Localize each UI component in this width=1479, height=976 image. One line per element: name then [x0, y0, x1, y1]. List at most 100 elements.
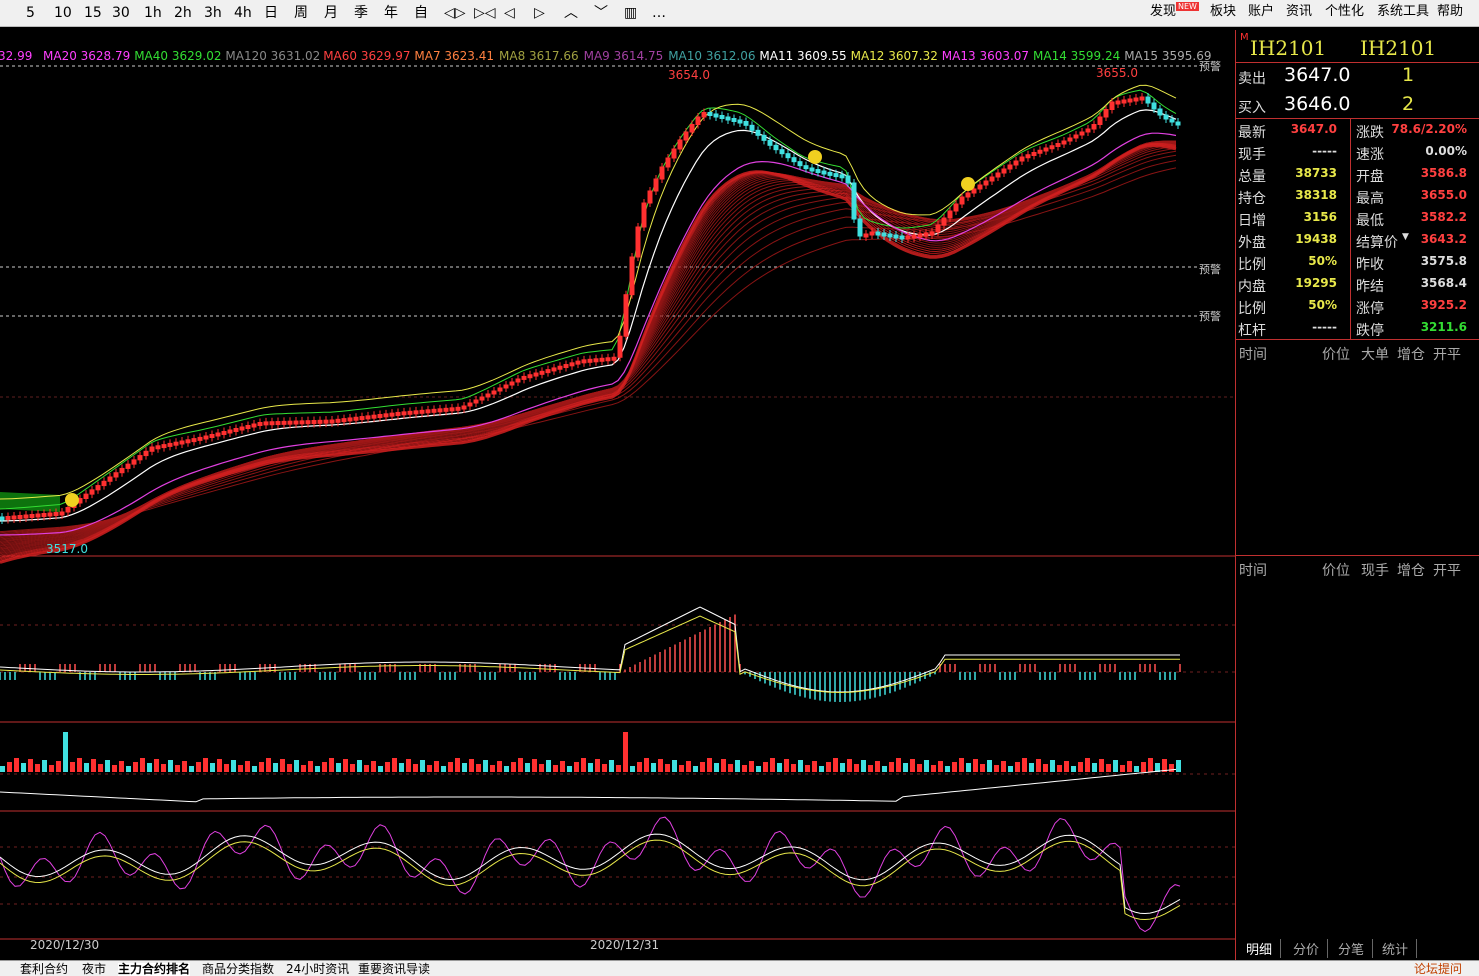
candle	[473, 399, 479, 404]
quote-label: 内盘	[1238, 279, 1266, 295]
volume-bar	[616, 765, 621, 772]
period-button-6[interactable]: 3h	[204, 3, 222, 23]
period-button-5[interactable]: 2h	[174, 3, 192, 23]
candle	[641, 202, 647, 228]
quote-value: 19438	[1295, 232, 1337, 246]
period-button-7[interactable]: 4h	[234, 3, 252, 23]
volume-bar	[812, 761, 817, 772]
candle	[191, 438, 197, 443]
status-tab-5[interactable]: 重要资讯导读	[358, 963, 430, 976]
volume-bar	[798, 760, 803, 772]
quote-label: 跌停	[1356, 323, 1384, 339]
status-tab-1[interactable]: 夜市	[82, 963, 106, 976]
layout-icon[interactable]: ▥	[624, 3, 637, 23]
volume-bar	[1001, 761, 1006, 772]
period-button-2[interactable]: 15	[84, 3, 102, 23]
more-icon[interactable]: …	[652, 3, 666, 23]
smiley-icon	[65, 493, 79, 507]
volume-bar	[938, 761, 943, 772]
menu-item-5[interactable]: 系统工具	[1377, 2, 1429, 22]
candle	[671, 148, 677, 159]
volume-bar	[721, 759, 726, 772]
bid-volume: 2	[1402, 93, 1415, 115]
period-button-13[interactable]: 自	[414, 3, 428, 23]
volume-bar	[889, 762, 894, 772]
scroll-left-icon[interactable]: ◁	[504, 3, 515, 23]
candle	[221, 431, 227, 435]
menu-item-3[interactable]: 资讯	[1286, 2, 1312, 22]
quote-value: 3647.0	[1290, 122, 1337, 136]
volume-bar	[308, 761, 313, 772]
status-bar: 套利合约 夜市 主力合约排名 商品分类指数 24小时资讯 重要资讯导读 论坛提问	[0, 960, 1479, 976]
period-button-9[interactable]: 周	[294, 3, 308, 23]
ma-fan-line	[0, 140, 1177, 545]
volume-bar	[763, 762, 768, 772]
menu-item-4[interactable]: 个性化	[1325, 2, 1364, 22]
menu-label: 账户	[1248, 4, 1275, 19]
next-bar-icon[interactable]: ▷◁	[474, 3, 496, 23]
menu-item-1[interactable]: 板块	[1210, 2, 1236, 22]
quote-label: 持仓	[1238, 191, 1266, 207]
kdj-d	[0, 839, 1181, 921]
forum-link[interactable]: 论坛提问	[1414, 963, 1462, 976]
period-button-0[interactable]: 5	[26, 3, 35, 23]
candle	[599, 357, 605, 362]
period-button-12[interactable]: 年	[384, 3, 398, 23]
candle	[653, 178, 659, 192]
status-tab-2[interactable]: 主力合约排名	[118, 963, 191, 976]
period-button-1[interactable]: 10	[54, 3, 72, 23]
candle	[683, 131, 689, 141]
quote-value: 3568.4	[1420, 276, 1467, 290]
candle	[293, 420, 299, 425]
menu-item-0[interactable]: 发现 NEW	[1150, 2, 1199, 23]
candle	[557, 365, 563, 370]
volume-bar	[217, 759, 222, 772]
macd-dif	[0, 606, 1180, 693]
menu-item-2[interactable]: 账户	[1248, 2, 1274, 22]
period-button-3[interactable]: 30	[112, 3, 130, 23]
column-header: 增仓	[1397, 563, 1425, 579]
period-button-4[interactable]: 1h	[144, 3, 162, 23]
candle	[53, 512, 59, 516]
status-tab-4[interactable]: 24小时资讯	[286, 963, 349, 976]
scroll-right-icon[interactable]: ▷	[534, 3, 545, 23]
period-button-10[interactable]: 月	[324, 3, 338, 23]
period-button-8[interactable]: 日	[264, 3, 278, 23]
ma-line	[0, 132, 1177, 536]
smiley-icon	[961, 177, 975, 191]
tab-1[interactable]: 分价	[1291, 939, 1329, 958]
date-label-1: 2020/12/30	[30, 938, 100, 952]
quote-value: 38733	[1295, 166, 1337, 180]
tab-0[interactable]: 明细	[1244, 939, 1282, 958]
volume-bar	[840, 763, 845, 772]
candle	[287, 420, 293, 425]
status-tab-0[interactable]: 套利合约	[20, 963, 68, 976]
chart-area[interactable]: 32.99 MA20 3628.79 MA40 3629.02 MA120 3631.…	[0, 27, 1235, 960]
volume-bar	[679, 765, 684, 772]
status-tab-3[interactable]: 商品分类指数	[202, 963, 274, 976]
chevron-down-icon[interactable]: ▼	[1402, 232, 1409, 242]
volume-bar	[903, 763, 908, 772]
candle	[383, 413, 389, 418]
candle	[1115, 100, 1121, 105]
volume-bar	[203, 758, 208, 772]
zoom-in-icon[interactable]: ︿	[564, 3, 578, 23]
menu-item-6[interactable]: 帮助	[1437, 2, 1463, 22]
tab-2[interactable]: 分笔	[1336, 939, 1374, 958]
candle	[551, 367, 557, 372]
quote-value: 3643.2	[1420, 232, 1467, 246]
prev-bar-icon[interactable]: ◁▷	[444, 3, 466, 23]
quote-value: 50%	[1308, 298, 1337, 312]
zoom-out-icon[interactable]: ﹀	[594, 3, 608, 23]
tab-3[interactable]: 统计	[1380, 939, 1418, 958]
quote-value: 0.00%	[1425, 144, 1467, 158]
quote-label: 最新	[1238, 125, 1266, 141]
candle	[407, 410, 413, 415]
quote-value: 3582.2	[1420, 210, 1467, 224]
volume-bar	[336, 763, 341, 772]
kline-chart[interactable]: 32.99 MA20 3628.79 MA40 3629.02 MA120 3631.…	[0, 27, 1235, 960]
volume-bar	[756, 766, 761, 772]
candle	[1085, 128, 1091, 133]
volume-bar	[623, 732, 628, 772]
period-button-11[interactable]: 季	[354, 3, 368, 23]
